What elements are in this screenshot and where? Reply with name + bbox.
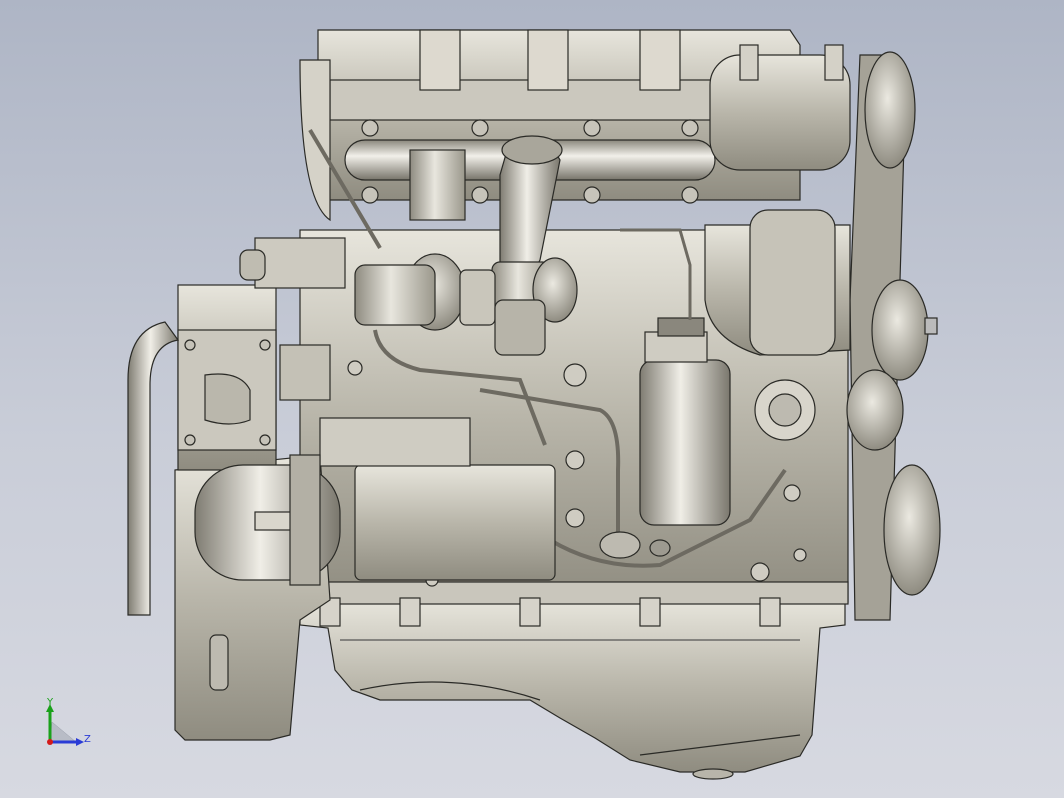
crank-pulley <box>864 51 916 169</box>
coolant-pipe <box>127 321 180 616</box>
z-axis-label: Z <box>84 734 91 745</box>
damper-pulley <box>883 464 941 596</box>
engine-model[interactable] <box>0 0 1064 798</box>
cad-viewport[interactable]: Y Z <box>0 0 1064 798</box>
oil-filter <box>639 359 731 526</box>
y-axis-label: Y <box>47 697 54 708</box>
